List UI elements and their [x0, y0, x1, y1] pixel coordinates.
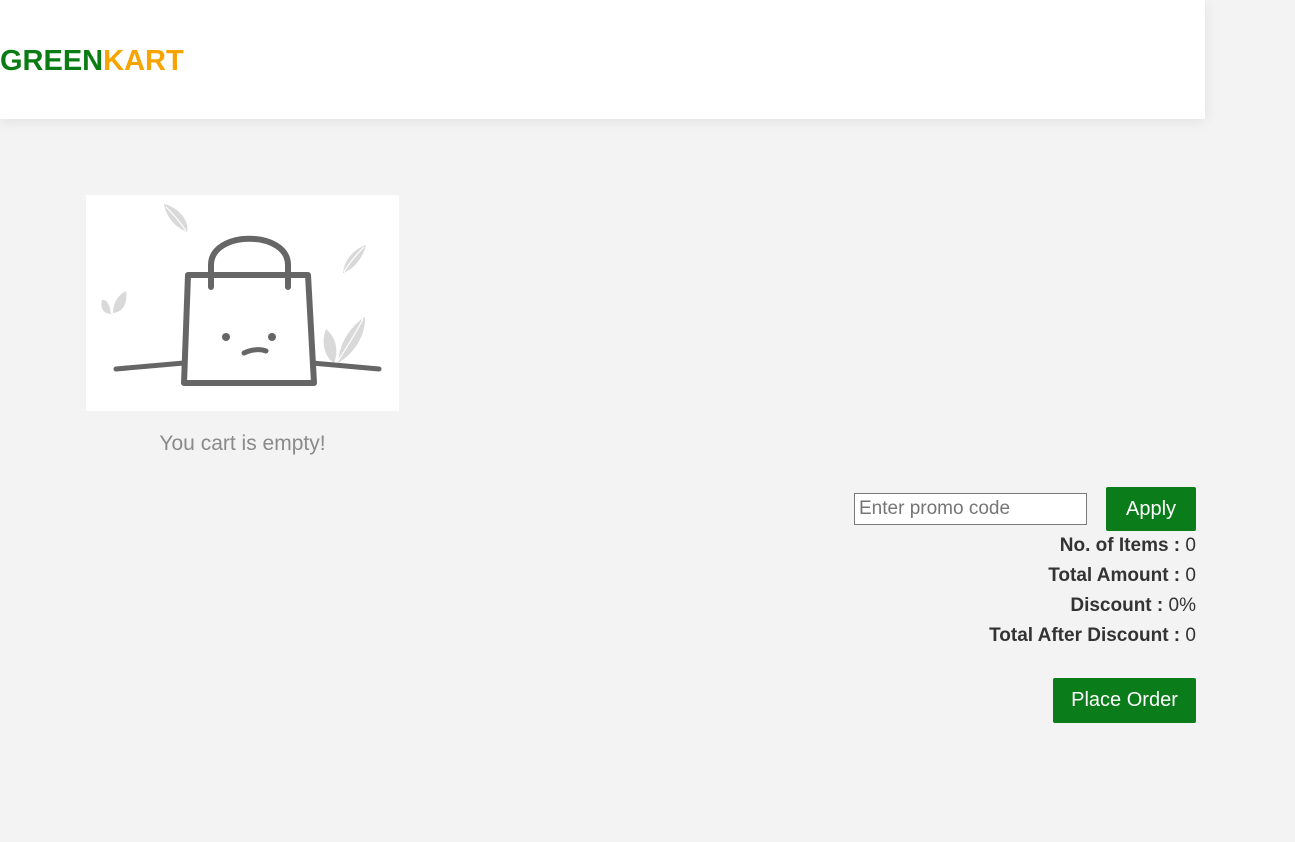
apply-promo-button[interactable]: Apply [1106, 487, 1196, 531]
logo-orange-text: KART [103, 45, 184, 77]
items-count-value: 0 [1185, 535, 1196, 556]
empty-cart-message: You cart is empty! [159, 432, 326, 455]
discount-row: Discount : 0% [796, 591, 1196, 621]
items-count-row: No. of Items : 0 [796, 531, 1196, 561]
cart-page: GREENKART You cart is empty! Enter promo… [0, 0, 1295, 842]
total-amount-value: 0 [1185, 565, 1196, 586]
total-after-discount-label: Total After Discount : [989, 625, 1181, 646]
empty-shopping-bag-icon [86, 195, 399, 411]
promo-code-input[interactable] [854, 493, 1087, 525]
total-amount-row: Total Amount : 0 [796, 561, 1196, 591]
order-summary: Apply No. of Items : 0 Total Amount : 0 … [796, 487, 1196, 651]
discount-label: Discount : [1070, 595, 1164, 616]
items-count-label: No. of Items : [1059, 535, 1181, 556]
greenkart-logo[interactable]: GREENKART [0, 44, 184, 78]
total-amount-label: Total Amount : [1048, 565, 1181, 586]
place-order-button[interactable]: Place Order [1053, 678, 1196, 723]
discount-value: 0% [1168, 595, 1196, 616]
header-bar: GREENKART [0, 0, 1205, 119]
total-after-discount-value: 0 [1185, 625, 1196, 646]
total-after-discount-row: Total After Discount : 0 [796, 621, 1196, 651]
logo-green-text: GREEN [0, 45, 104, 77]
promo-row: Apply [796, 487, 1196, 531]
